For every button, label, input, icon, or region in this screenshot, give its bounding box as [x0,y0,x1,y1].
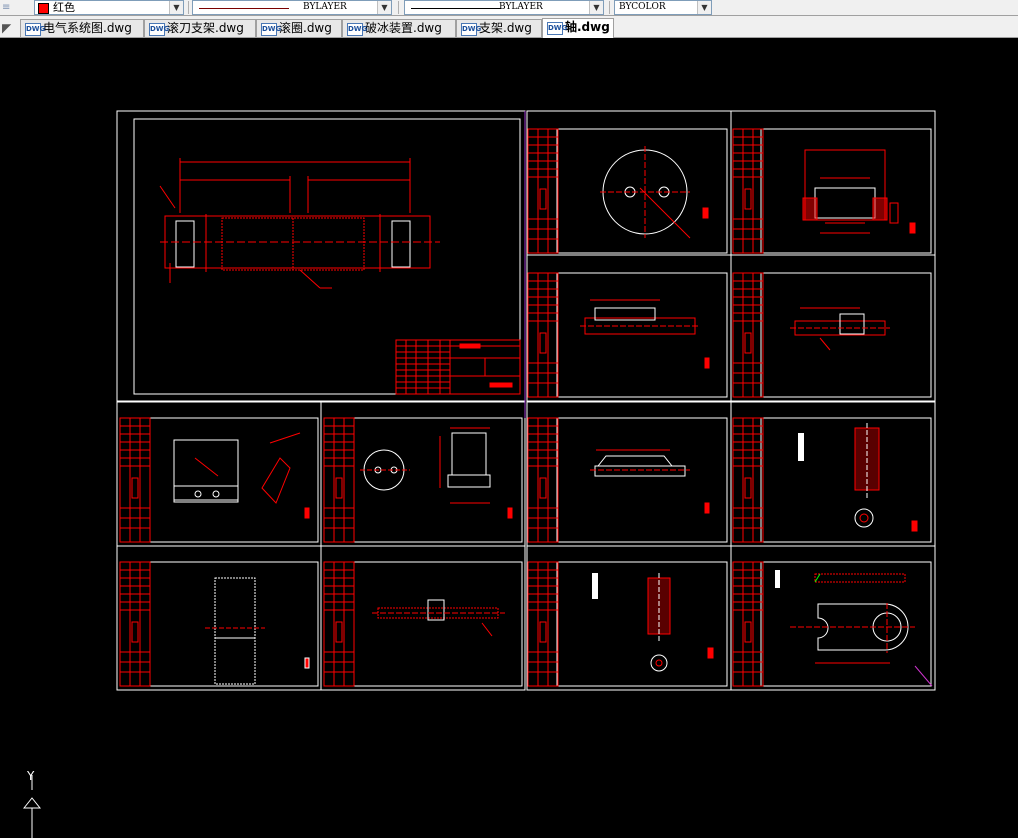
main-title-block [395,339,521,395]
toolbar-grip-icon[interactable]: ≡ [2,1,16,14]
dwg-file-icon: DWG [347,23,367,36]
chevron-down-icon[interactable]: ▼ [377,1,391,14]
plotstyle-label: BYCOLOR [619,2,666,12]
lineweight-label: BYLAYER [499,2,543,12]
tab-bracket[interactable]: DWG 支架.dwg [456,19,542,37]
plate-drawing [173,432,310,519]
tall-drum-drawing [205,577,310,685]
ucs-icon: Y [18,770,48,838]
disc-drawing [600,146,709,239]
tab-label: 破冰装置.dwg [365,21,442,35]
drawing-svg [116,110,936,691]
pin-drawing [592,573,714,672]
color-combo[interactable]: 红色 ▼ [34,0,184,15]
tab-label: 电气系统图.dwg [43,21,132,35]
tab-shaft[interactable]: DWG 轴.dwg [542,18,614,38]
dwg-file-icon: DWG [461,23,481,36]
tab-label: 轴.dwg [565,20,610,34]
drawing-canvas[interactable]: Y [0,38,1018,838]
linetype-combo[interactable]: BYLAYER ▼ [192,0,392,15]
lever-arm-drawing [775,570,933,687]
toolbar-separator [188,1,189,14]
shaft-sleeve-drawing [798,423,918,532]
dwg-file-icon: DWG [261,23,281,36]
long-shaft-drawing [372,599,505,637]
toolbar-separator [398,1,399,14]
dwg-file-icon: DWG [547,22,567,35]
linetype-sample [199,8,289,9]
flange-drawing [360,427,513,519]
tab-label: 滚圈.dwg [279,21,332,35]
lineweight-combo[interactable]: BYLAYER ▼ [404,0,604,15]
plotstyle-combo[interactable]: BYCOLOR ▼ [614,0,712,15]
document-tab-bar: ◤ DWG 电气系统图.dwg DWG 滚刀支架.dwg DWG 滚圈.dwg … [0,16,1018,38]
tab-label: 支架.dwg [479,21,532,35]
chevron-down-icon[interactable]: ▼ [169,1,183,14]
chevron-down-icon[interactable]: ▼ [697,1,711,14]
color-label: 红色 [53,1,75,14]
tab-hob-bracket[interactable]: DWG 滚刀支架.dwg [144,19,256,37]
properties-toolbar: ≡ 红色 ▼ BYLAYER ▼ BYLAYER ▼ BYCOLOR ▼ [0,0,1018,16]
bracket-drawing [580,299,710,369]
linetype-label: BYLAYER [303,2,347,12]
tab-ice-breaker[interactable]: DWG 破冰装置.dwg [342,19,456,37]
dwg-file-icon: DWG [25,23,45,36]
chevron-down-icon[interactable]: ▼ [589,1,603,14]
section-drawing [802,149,916,234]
tab-roller-ring[interactable]: DWG 滚圈.dwg [256,19,342,37]
dwg-file-icon: DWG [149,23,169,36]
red-color-swatch-icon [38,3,49,14]
ucs-y-label: Y [26,770,35,783]
rail-drawing [590,449,710,514]
tab-electrical-system[interactable]: DWG 电气系统图.dwg [20,19,144,37]
lineweight-sample [411,8,501,9]
tab-scroll-icon[interactable]: ◤ [2,20,16,36]
tab-label: 滚刀支架.dwg [167,21,244,35]
toolbar-separator [609,1,610,14]
fitting-drawing [790,307,890,351]
main-assembly-drawing [159,158,440,289]
